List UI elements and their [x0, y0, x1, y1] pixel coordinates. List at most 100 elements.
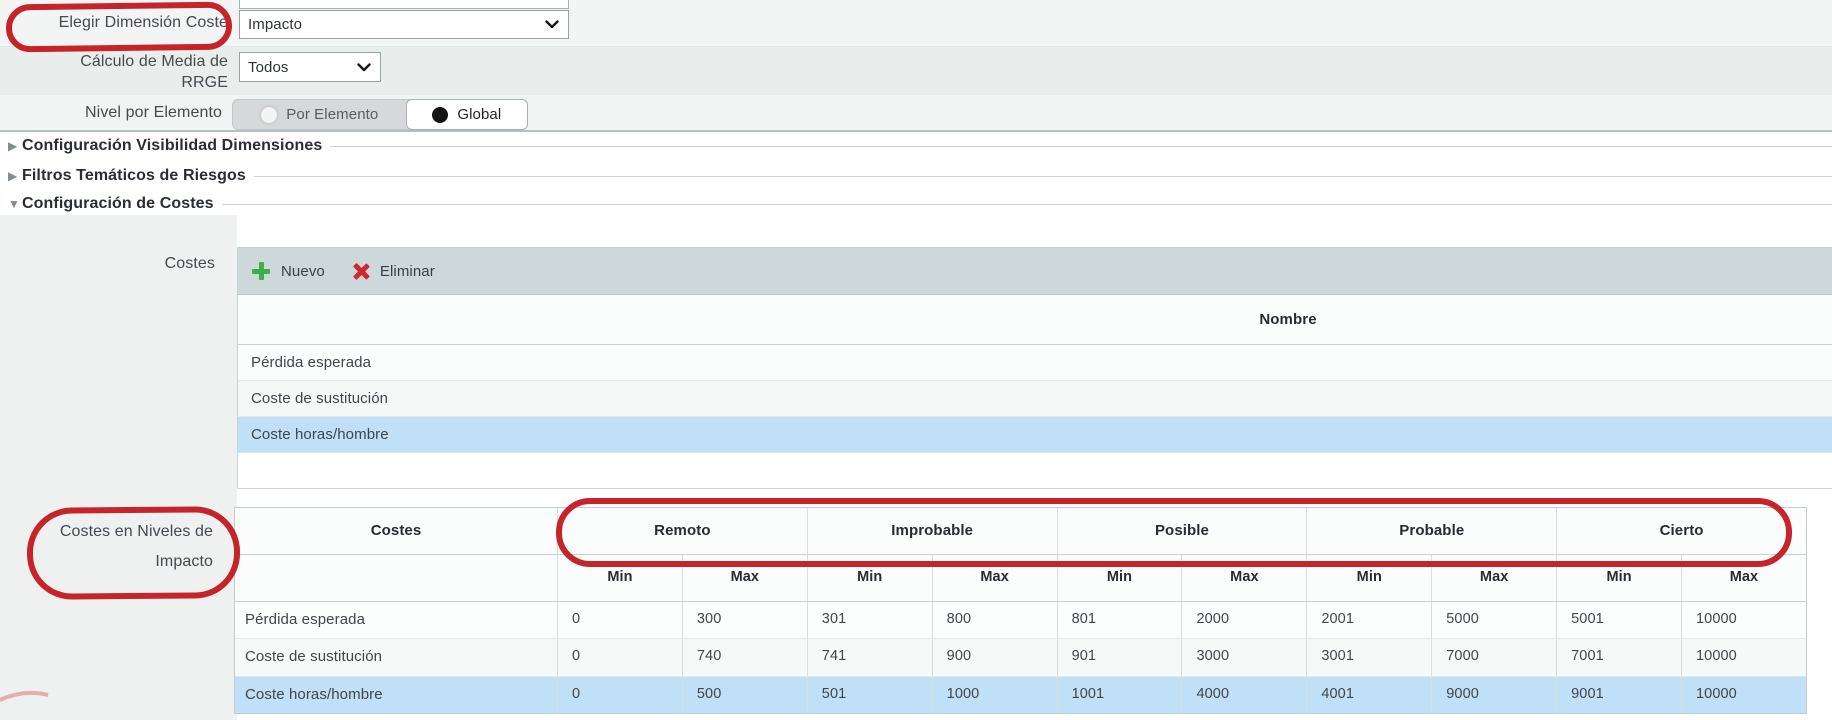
- cost-value-cell: 1001: [1057, 677, 1182, 713]
- nuevo-button-label: Nuevo: [281, 263, 325, 280]
- toggle-option-global[interactable]: Global: [406, 99, 528, 130]
- cost-value-cell: 10000: [1681, 677, 1806, 713]
- costes-table-bottom-border: [237, 488, 1832, 489]
- cost-name-cell: Coste de sustitución: [235, 639, 557, 675]
- costes-en-niveles-label-line2: Impacto: [0, 547, 213, 577]
- dimension-coste-value: Impacto: [248, 16, 302, 33]
- minmax-header: Min: [1057, 555, 1182, 601]
- toggle-option-label: Global: [457, 106, 501, 123]
- costes-en-niveles-label-line1: Costes en Niveles de: [0, 517, 213, 547]
- media-rrge-value: Todos: [248, 59, 289, 76]
- cost-value-cell: 10000: [1681, 602, 1806, 638]
- impact-level-header: Posible: [1057, 508, 1307, 554]
- impact-table-row[interactable]: Coste de sustitución 0740741900901300030…: [235, 639, 1806, 676]
- cost-value-cell: 2001: [1306, 602, 1431, 638]
- cost-value-cell: 7000: [1431, 639, 1556, 675]
- cost-value-cell: 5001: [1556, 602, 1681, 638]
- cost-value-cell: 4000: [1181, 677, 1306, 713]
- cost-value-cell: 7001: [1556, 639, 1681, 675]
- costes-table-header-row: Nombre: [237, 295, 1832, 345]
- section-divider: [0, 130, 1832, 132]
- screen: Elegir Dimensión Coste Impacto Cálculo d…: [0, 0, 1832, 720]
- dimension-coste-select[interactable]: Impacto: [239, 10, 569, 39]
- costes-table-row-selected[interactable]: Coste horas/hombre: [237, 417, 1832, 453]
- costes-table-empty-area: [237, 453, 1832, 488]
- cost-value-cell: 300: [682, 602, 807, 638]
- impact-headers-row: Costes RemotoImprobablePosibleProbableCi…: [235, 508, 1806, 555]
- nivel-toggle-group: Por Elemento Global: [232, 99, 528, 130]
- nuevo-button[interactable]: Nuevo: [252, 262, 325, 280]
- costes-label: Costes: [0, 255, 215, 273]
- calculo-media-label-line2: RRGE: [0, 72, 228, 93]
- calculo-media-label-line1: Cálculo de Media de: [0, 51, 228, 72]
- minmax-header: Max: [1181, 555, 1306, 601]
- section-header-filtros-tematicos[interactable]: ▶ Filtros Temáticos de Riesgos: [0, 164, 1832, 188]
- x-icon: [353, 263, 369, 279]
- toggle-option-por-elemento[interactable]: Por Elemento: [233, 100, 407, 129]
- impact-table-row-selected[interactable]: Coste horas/hombre 050050110001001400040…: [235, 677, 1806, 713]
- cost-value-cell: 800: [932, 602, 1057, 638]
- toggle-option-label: Por Elemento: [286, 106, 378, 123]
- cost-value-cell: 741: [807, 639, 932, 675]
- eliminar-button[interactable]: Eliminar: [353, 263, 435, 280]
- cost-value-cell: 901: [1057, 639, 1182, 675]
- minmax-header: Min: [1306, 555, 1431, 601]
- section-rule: [254, 176, 1832, 177]
- nombre-column-header: Nombre: [238, 295, 1832, 344]
- nivel-por-elemento-label: Nivel por Elemento: [0, 104, 222, 122]
- cost-value-cell: 1000: [932, 677, 1057, 713]
- impact-levels-table: Costes RemotoImprobablePosibleProbableCi…: [234, 507, 1807, 714]
- section-title: Configuración de Costes: [22, 195, 214, 213]
- minmax-header: Max: [932, 555, 1057, 601]
- minmax-header: Min: [557, 555, 682, 601]
- section-title: Configuración Visibilidad Dimensiones: [22, 137, 322, 155]
- cost-value-cell: 501: [807, 677, 932, 713]
- impact-level-header: Remoto: [557, 508, 807, 554]
- costes-table-row[interactable]: Coste de sustitución: [237, 381, 1832, 417]
- section-rule: [222, 204, 1832, 205]
- cost-value-cell: 0: [557, 677, 682, 713]
- cost-value-cell: 9000: [1431, 677, 1556, 713]
- cost-value-cell: 0: [557, 602, 682, 638]
- cropped-control-top: [239, 0, 569, 9]
- cost-value-cell: 301: [807, 602, 932, 638]
- cost-value-cell: 9001: [1556, 677, 1681, 713]
- cost-name-cell: Pérdida esperada: [235, 602, 557, 638]
- impact-level-header: Improbable: [807, 508, 1057, 554]
- cost-value-cell: 2000: [1181, 602, 1306, 638]
- eliminar-button-label: Eliminar: [380, 263, 435, 280]
- costes-en-niveles-label: Costes en Niveles de Impacto: [0, 517, 213, 577]
- media-rrge-select[interactable]: Todos: [239, 52, 381, 82]
- cost-value-cell: 3001: [1306, 639, 1431, 675]
- minmax-header: Max: [1431, 555, 1556, 601]
- minmax-row-spacer: [235, 555, 557, 601]
- cost-value-cell: 3000: [1181, 639, 1306, 675]
- chevron-down-icon: ▼: [8, 197, 22, 211]
- cost-value-cell: 801: [1057, 602, 1182, 638]
- cost-value-cell: 5000: [1431, 602, 1556, 638]
- minmax-header: Max: [682, 555, 807, 601]
- elegir-dimension-label: Elegir Dimensión Coste: [0, 14, 228, 32]
- section-title: Filtros Temáticos de Riesgos: [22, 167, 246, 185]
- costes-toolbar: Nuevo Eliminar: [237, 247, 1832, 295]
- cost-name-cell: Coste horas/hombre: [235, 677, 557, 713]
- cost-value-cell: 500: [682, 677, 807, 713]
- radio-selected-icon: [432, 107, 448, 123]
- cost-value-cell: 10000: [1681, 639, 1806, 675]
- calculo-media-label: Cálculo de Media de RRGE: [0, 51, 228, 93]
- cost-value-cell: 4001: [1306, 677, 1431, 713]
- chevron-right-icon: ▶: [8, 139, 22, 153]
- section-header-visibilidad-dimensiones[interactable]: ▶ Configuración Visibilidad Dimensiones: [0, 134, 1832, 158]
- impact-level-header: Probable: [1306, 508, 1556, 554]
- section-rule: [330, 146, 1832, 147]
- impact-table-row[interactable]: Pérdida esperada 03003018008012000200150…: [235, 602, 1806, 639]
- radio-unselected-icon: [261, 107, 277, 123]
- section-header-configuracion-costes[interactable]: ▼ Configuración de Costes: [0, 192, 1832, 216]
- costes-table-row[interactable]: Pérdida esperada: [237, 345, 1832, 381]
- impact-level-header: Cierto: [1556, 508, 1806, 554]
- minmax-header: Max: [1681, 555, 1806, 601]
- chevron-down-icon: [545, 20, 559, 29]
- costes-column-header: Costes: [235, 508, 557, 554]
- plus-icon: [252, 262, 270, 280]
- cost-value-cell: 0: [557, 639, 682, 675]
